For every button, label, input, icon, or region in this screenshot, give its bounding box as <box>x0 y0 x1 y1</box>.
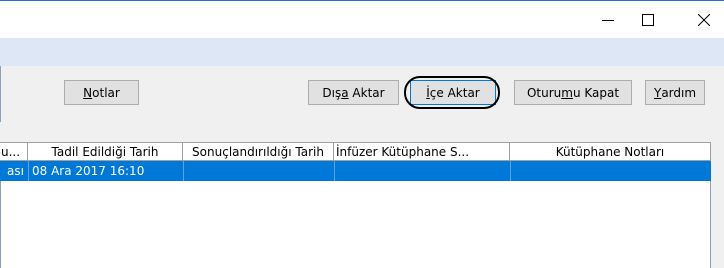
cell-divider <box>510 161 511 181</box>
column-header-label: Sonuçlandırıldığı Tarih <box>192 144 324 159</box>
logout-label-prefix: Oturu <box>526 85 562 100</box>
cell-divider <box>334 161 335 181</box>
import-label-suffix: çe Aktar <box>429 85 480 100</box>
logout-label-suffix: u Kapat <box>572 85 620 100</box>
minimize-button[interactable] <box>588 1 628 38</box>
maximize-icon <box>642 13 654 26</box>
header-band <box>0 38 724 66</box>
export-button[interactable]: Dış a Aktar <box>308 80 399 105</box>
cell-divider <box>183 161 184 181</box>
import-button[interactable]: İçe Aktar <box>410 80 496 105</box>
export-label-accel: a <box>341 85 349 100</box>
table-cell <box>513 161 708 181</box>
close-button[interactable] <box>684 1 724 38</box>
column-header-modified-date[interactable]: Tadil Edildiği Tarih <box>28 142 183 161</box>
column-header-finalized-date[interactable]: Sonuçlandırıldığı Tarih <box>183 142 334 161</box>
table-cell: ası <box>7 161 28 181</box>
help-label-accel: Y <box>653 85 662 100</box>
help-label-suffix: ardım <box>661 85 697 100</box>
logout-label-accel: m <box>561 85 573 100</box>
column-header-library-notes[interactable]: Kütüphane Notları <box>510 142 711 161</box>
close-icon <box>698 13 710 26</box>
maximize-button[interactable] <box>628 1 668 38</box>
cell-text: ası <box>7 164 24 178</box>
export-label-suffix: Aktar <box>348 85 385 100</box>
table-cell <box>337 161 507 181</box>
column-header-label: Tadil Edildiği Tarih <box>51 144 159 159</box>
column-header-infuser-library[interactable]: İnfüzer Kütüphane S... <box>334 142 510 161</box>
column-header-label: İnfüzer Kütüphane S... <box>336 144 470 159</box>
help-button[interactable]: Yardım <box>645 80 705 105</box>
notes-button[interactable]: Notlar <box>64 80 139 105</box>
table-cell <box>186 161 332 181</box>
column-header-label: u... <box>1 144 21 159</box>
cell-text: 08 Ara 2017 16:10 <box>32 164 145 178</box>
export-label-prefix: Dış <box>322 85 342 100</box>
column-header-label: Kütüphane Notları <box>555 144 665 159</box>
notes-label-accel: N <box>83 85 93 100</box>
logout-button[interactable]: Oturu m u Kapat <box>514 80 632 105</box>
notes-label-suffix: otlar <box>92 85 120 100</box>
table-cell: 08 Ara 2017 16:10 <box>32 161 182 181</box>
minimize-icon <box>602 19 614 21</box>
column-header-0[interactable]: u... <box>0 142 28 161</box>
cell-divider <box>28 161 29 181</box>
